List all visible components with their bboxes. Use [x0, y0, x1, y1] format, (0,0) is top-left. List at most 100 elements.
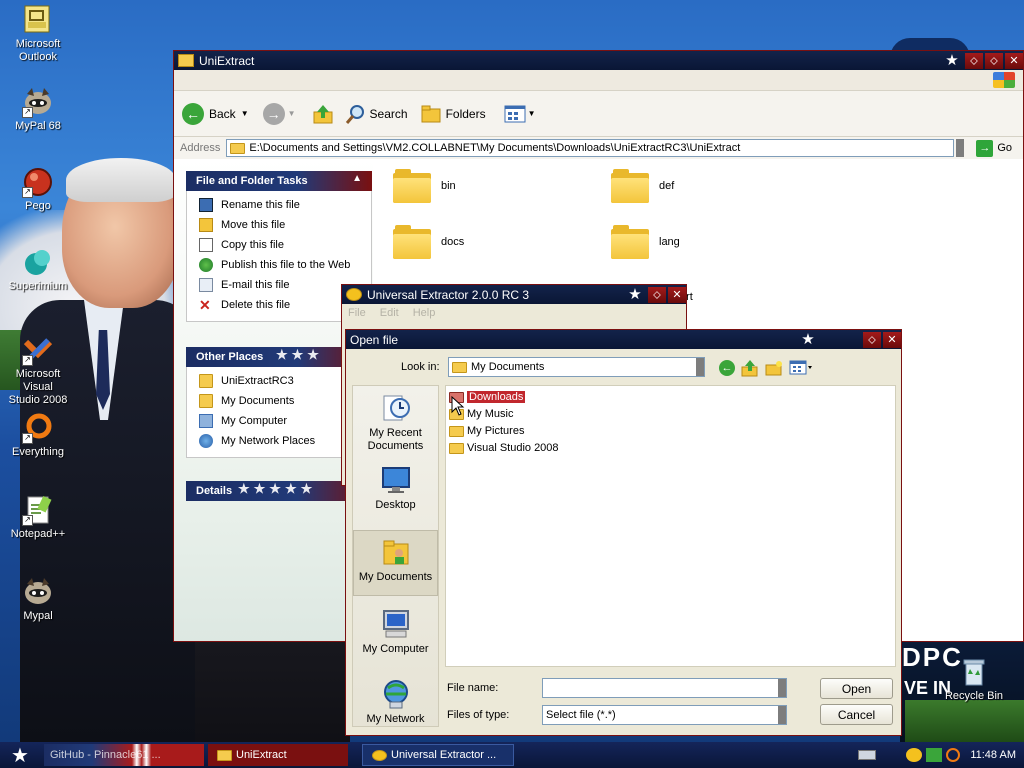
start-button[interactable]: ★	[0, 742, 40, 768]
menu-bar: File Edit Help	[342, 304, 686, 322]
back-arrow-icon: ←	[182, 102, 204, 125]
folder-item[interactable]: bin	[393, 169, 456, 203]
file-name-dropdown-button[interactable]	[778, 679, 786, 697]
go-button[interactable]: → Go	[976, 139, 1012, 157]
file-list: Downloads My Music My Pictures Visual St…	[445, 385, 896, 667]
desktop-icon-outlook[interactable]: Microsoft Outlook	[0, 4, 76, 64]
menu-help[interactable]: Help	[413, 307, 436, 319]
system-tray: 11:48 AM	[858, 742, 1024, 768]
folder-item[interactable]: def	[611, 169, 674, 203]
file-type-dropdown-button[interactable]	[778, 706, 786, 724]
desktop-icon-recycle-bin[interactable]: Recycle Bin	[936, 656, 1012, 703]
chevron-up-icon[interactable]: ▲	[352, 173, 362, 184]
desktop-icon-pego[interactable]: ↗ Pego	[0, 166, 76, 213]
view-menu-button[interactable]	[789, 360, 813, 376]
up-folder-button[interactable]	[741, 359, 759, 377]
task-move[interactable]: Move this file	[187, 215, 371, 235]
back-button[interactable]: ←	[719, 360, 735, 376]
desktop-icon-label: Notepad++	[10, 528, 66, 540]
look-in-value: My Documents	[471, 361, 545, 373]
clock[interactable]: 11:48 AM	[970, 749, 1016, 761]
cancel-button[interactable]: Cancel	[820, 704, 893, 725]
desktop-icon-mypal68[interactable]: ↗ MyPal 68	[0, 86, 76, 133]
shortcut-arrow-icon: ↗	[22, 107, 33, 118]
task-publish[interactable]: Publish this file to the Web	[187, 255, 371, 275]
dialog-titlebar[interactable]: Open file ★ ⬦ ✕	[346, 330, 901, 349]
stars-decoration: ★★★★★	[238, 481, 317, 496]
panel-header[interactable]: File and Folder Tasks ▲	[186, 171, 372, 191]
task-label: Move this file	[221, 219, 286, 231]
desktop-icon-superimium[interactable]: Superimium	[0, 246, 76, 293]
everything-tray-icon[interactable]	[946, 748, 961, 762]
minimize-button[interactable]: ⬦	[648, 286, 666, 303]
network-tray-icon[interactable]	[926, 748, 943, 762]
taskbar-item-uniextract[interactable]: UniExtract	[208, 744, 348, 766]
look-in-select[interactable]: My Documents	[448, 357, 705, 377]
maximize-button[interactable]: ⬦	[985, 52, 1003, 69]
folder-item[interactable]: lang	[611, 225, 680, 259]
minimize-button[interactable]: ⬦	[965, 52, 983, 69]
folder-icon	[217, 749, 232, 761]
help-button[interactable]: ⬦	[863, 331, 881, 348]
new-folder-button[interactable]	[765, 359, 783, 377]
task-copy[interactable]: Copy this file	[187, 235, 371, 255]
place-label: My Network Places	[221, 435, 316, 447]
forward-button[interactable]: → ▼	[262, 102, 296, 125]
explorer-titlebar[interactable]: UniExtract ★ ⬦ ⬦ ✕	[174, 51, 1023, 70]
close-button[interactable]: ✕	[668, 286, 686, 303]
computer-icon	[380, 608, 412, 640]
place-my-computer[interactable]: My Computer	[353, 608, 438, 656]
file-name-input[interactable]	[542, 678, 787, 698]
keyboard-icon[interactable]	[858, 750, 877, 760]
place-recent-documents[interactable]: My Recent Documents	[353, 392, 438, 453]
place-label: My Computer	[362, 643, 429, 655]
place-my-network[interactable]: My Network	[353, 678, 438, 726]
panel-title: Details	[196, 485, 233, 497]
file-type-select[interactable]: Select file (*.*)	[542, 705, 787, 725]
folder-icon	[178, 54, 194, 67]
back-button[interactable]: ← Back ▼	[182, 102, 249, 125]
up-folder-button[interactable]	[312, 103, 334, 125]
close-button[interactable]: ✕	[883, 331, 901, 348]
folder-icon	[199, 374, 213, 388]
taskbar-item-github[interactable]: GitHub - Pinnacle61 ...	[44, 744, 204, 766]
address-dropdown-button[interactable]	[956, 139, 965, 157]
views-button[interactable]: ▼	[504, 104, 536, 124]
panel-title: File and Folder Tasks	[196, 175, 308, 187]
taskbar-item-universal-extractor[interactable]: Universal Extractor ...	[362, 744, 514, 766]
outlook-icon	[22, 4, 54, 36]
desktop-icon-label: Mypal	[23, 610, 53, 622]
folder-label: lang	[659, 236, 680, 248]
folder-icon	[611, 225, 649, 259]
pictures-folder-icon	[449, 425, 464, 437]
delete-x-icon: ✕	[199, 297, 211, 313]
place-desktop[interactable]: Desktop	[353, 464, 438, 512]
desktop-icon-notepadpp[interactable]: ↗ Notepad++	[0, 494, 76, 541]
folder-label: docs	[441, 236, 465, 248]
desktop-icon-everything[interactable]: ↗ Everything	[0, 412, 76, 459]
folders-button[interactable]: Folders	[420, 103, 486, 125]
everything-icon: ↗	[22, 412, 54, 444]
folder-item[interactable]: docs	[393, 225, 464, 259]
place-label: UniExtractRC3	[221, 375, 294, 387]
uniextractor-titlebar[interactable]: Universal Extractor 2.0.0 RC 3 ★ ⬦ ✕	[342, 285, 686, 304]
panel-title: Other Places	[196, 351, 264, 363]
list-item-visual-studio[interactable]: Visual Studio 2008	[449, 440, 559, 456]
dialog-nav-toolbar: ←	[719, 359, 813, 377]
back-label: Back	[209, 106, 236, 121]
menu-edit[interactable]: Edit	[380, 307, 399, 319]
desktop-icon-visual-studio[interactable]: ↗ Microsoft Visual Studio 2008	[0, 334, 76, 407]
place-my-documents[interactable]: My Documents	[353, 530, 438, 596]
open-button[interactable]: Open	[820, 678, 893, 699]
address-field[interactable]: E:\Documents and Settings\VM2.COLLABNET\…	[226, 139, 955, 157]
uniextractor-tray-icon[interactable]	[906, 748, 923, 762]
desktop-icon-mypal[interactable]: Mypal	[0, 576, 76, 623]
look-in-dropdown-button[interactable]	[696, 358, 704, 376]
task-rename[interactable]: Rename this file	[187, 195, 371, 215]
menu-file[interactable]: File	[348, 307, 366, 319]
list-item-my-pictures[interactable]: My Pictures	[449, 423, 524, 439]
search-button[interactable]: Search	[344, 103, 408, 125]
close-button[interactable]: ✕	[1005, 52, 1023, 69]
folders-icon	[421, 105, 441, 122]
task-label: Rename this file	[221, 199, 300, 211]
